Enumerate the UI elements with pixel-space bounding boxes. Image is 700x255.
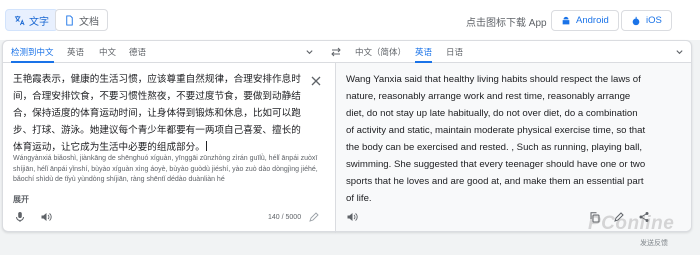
translate-icon <box>14 15 25 25</box>
tab-target-japanese[interactable]: 日语 <box>446 41 463 63</box>
target-speaker-icon[interactable] <box>346 211 358 223</box>
source-text-input[interactable]: 王艳霞表示，健康的生活习惯，应该尊重自然规律，合理安排作息时间，合理安排饮食，不… <box>13 71 303 156</box>
microphone-icon[interactable] <box>14 211 26 223</box>
text-cursor <box>205 141 207 151</box>
text-mode-label: 文字 <box>29 16 49 28</box>
target-languages-chevron-icon[interactable] <box>675 47 684 56</box>
tab-source-german[interactable]: 德语 <box>129 41 146 63</box>
watermark: PConline <box>588 213 675 234</box>
source-languages-chevron-icon[interactable] <box>305 47 314 56</box>
document-mode-button[interactable]: 文档 <box>55 9 108 31</box>
ios-label: iOS <box>646 15 662 26</box>
tab-target-english[interactable]: 英语 <box>415 41 433 63</box>
download-app-label: 点击图标下载 App <box>466 18 547 29</box>
expand-pinyin-link[interactable]: 展开 <box>13 194 29 205</box>
swap-languages-icon[interactable] <box>330 46 342 58</box>
source-speaker-icon[interactable] <box>40 211 52 223</box>
language-bar: 检测到中文 英语 中文 德语 中文（简体） 英语 日语 <box>3 41 691 63</box>
tab-target-chinese-simplified[interactable]: 中文（简体） <box>355 41 406 63</box>
document-icon <box>66 14 73 26</box>
top-bar: 文字 文档 点击图标下载 App Android iOS <box>0 0 700 40</box>
tab-source-english[interactable]: 英语 <box>67 41 84 63</box>
pinyin-transliteration: Wángyànxiá biǎoshì, jiànkāng de shēnghuó… <box>13 155 318 183</box>
apple-icon <box>632 16 640 25</box>
android-button[interactable]: Android <box>551 10 619 31</box>
ios-button[interactable]: iOS <box>621 10 672 31</box>
android-icon <box>562 16 570 24</box>
text-mode-button[interactable]: 文字 <box>5 9 58 31</box>
panel-divider <box>335 63 336 233</box>
android-label: Android <box>576 15 609 26</box>
send-feedback-link[interactable]: 发送反馈 <box>640 238 668 248</box>
source-text: 王艳霞表示，健康的生活习惯，应该尊重自然规律，合理安排作息时间，合理安排饮食，不… <box>13 74 301 153</box>
document-mode-label: 文档 <box>79 16 99 28</box>
edit-pen-icon[interactable] <box>308 211 320 223</box>
clear-text-icon[interactable] <box>311 76 321 86</box>
character-count: 140 / 5000 <box>268 214 302 221</box>
translated-text: Wang Yanxia said that healthy living hab… <box>346 74 646 204</box>
tab-source-chinese[interactable]: 中文 <box>99 41 116 63</box>
tab-detected-language[interactable]: 检测到中文 <box>11 41 54 63</box>
